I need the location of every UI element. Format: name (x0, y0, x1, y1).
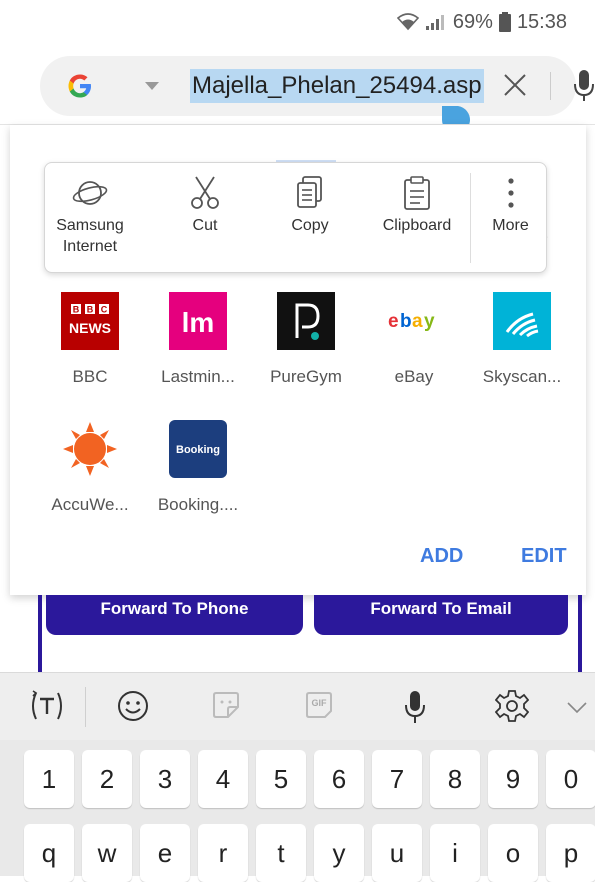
copy-icon (297, 176, 322, 208)
key[interactable]: o (488, 824, 538, 882)
add-button[interactable]: ADD (420, 545, 463, 568)
key[interactable]: q (24, 824, 74, 882)
key[interactable]: w (82, 824, 132, 882)
key[interactable]: r (198, 824, 248, 882)
svg-text:a: a (412, 311, 423, 332)
key[interactable]: 2 (82, 750, 132, 808)
battery-percent: 69% (452, 10, 493, 33)
keyboard-toolbar: GIF (0, 672, 595, 740)
key[interactable]: 8 (430, 750, 480, 808)
key[interactable]: y (314, 824, 364, 882)
key[interactable]: 5 (256, 750, 306, 808)
key[interactable]: i (430, 824, 480, 882)
gif-icon[interactable]: GIF (303, 689, 335, 721)
svg-text:lm: lm (182, 307, 215, 338)
key[interactable]: p (546, 824, 595, 882)
svg-text:b: b (400, 311, 412, 332)
menu-more[interactable]: More (473, 163, 548, 274)
ebay-logo: e b a y (385, 292, 443, 350)
address-bar[interactable]: Majella_Phelan_25494.asp (40, 56, 594, 116)
key[interactable]: e (140, 824, 190, 882)
key[interactable]: 4 (198, 750, 248, 808)
text-selection-menu: Samsung Internet Cut Copy Clipboard More (44, 162, 547, 273)
clipboard-icon (404, 176, 430, 210)
voice-input-icon[interactable] (404, 689, 426, 725)
skyscanner-logo (493, 292, 551, 350)
forward-to-email-button[interactable]: Forward To Email (314, 595, 568, 635)
tile-label: Lastmin... (161, 367, 235, 386)
key[interactable]: 3 (140, 750, 190, 808)
mic-icon[interactable] (572, 68, 595, 104)
tile-label: Skyscan... (482, 367, 562, 386)
wifi-icon (396, 13, 419, 31)
edit-button[interactable]: EDIT (521, 545, 567, 568)
status-bar: 69% 15:38 (0, 0, 595, 44)
lastminute-logo: lm (169, 292, 227, 350)
svg-text:Booking: Booking (176, 444, 220, 456)
svg-text:B: B (87, 305, 94, 315)
keyboard-keys: 1 2 3 4 5 6 7 8 9 0 q w e r t y u i o p (0, 740, 595, 882)
key[interactable]: 9 (488, 750, 538, 808)
more-vert-icon (507, 178, 514, 208)
key[interactable]: t (256, 824, 306, 882)
google-icon[interactable] (66, 72, 94, 100)
sticker-icon[interactable] (210, 689, 242, 721)
chevron-down-icon[interactable] (566, 701, 588, 715)
signal-icon (425, 15, 444, 30)
menu-copy[interactable]: Copy (262, 163, 358, 274)
tile-label: Booking.... (157, 495, 239, 514)
menu-divider (470, 173, 471, 263)
svg-text:NEWS: NEWS (69, 320, 111, 336)
clear-icon[interactable] (500, 70, 530, 100)
battery-icon (498, 12, 511, 32)
clock: 15:38 (516, 10, 567, 33)
address-divider (550, 72, 551, 100)
svg-text:y: y (424, 311, 435, 332)
tile-label: BBC (72, 367, 108, 386)
key[interactable]: 1 (24, 750, 74, 808)
menu-cut[interactable]: Cut (157, 163, 253, 274)
key[interactable]: 0 (546, 750, 595, 808)
puregym-logo (277, 292, 335, 350)
menu-samsung-internet[interactable]: Samsung Internet (45, 163, 135, 274)
tile-label: eBay (394, 367, 434, 386)
emoji-icon[interactable] (116, 689, 150, 723)
bbc-news-logo: B B C NEWS (61, 292, 119, 350)
booking-logo: Booking (169, 420, 227, 478)
toolbar-divider (85, 687, 86, 727)
forward-to-phone-button[interactable]: Forward To Phone (46, 595, 303, 635)
key[interactable]: 7 (372, 750, 422, 808)
svg-text:e: e (388, 311, 399, 332)
text-mode-icon[interactable] (28, 689, 66, 723)
tile-label: AccuWe... (51, 495, 129, 514)
caret-down-icon[interactable] (145, 82, 159, 91)
url-text[interactable]: Majella_Phelan_25494.asp (190, 69, 484, 103)
gif-label: GIF (311, 698, 327, 708)
scissors-icon (191, 176, 219, 209)
accuweather-logo (61, 420, 119, 478)
key[interactable]: u (372, 824, 422, 882)
tile-label: PureGym (270, 367, 342, 386)
svg-text:C: C (101, 305, 108, 315)
settings-gear-icon[interactable] (495, 689, 529, 723)
key[interactable]: 6 (314, 750, 364, 808)
planet-icon (72, 181, 108, 205)
svg-text:B: B (73, 305, 80, 315)
menu-clipboard[interactable]: Clipboard (365, 163, 469, 274)
